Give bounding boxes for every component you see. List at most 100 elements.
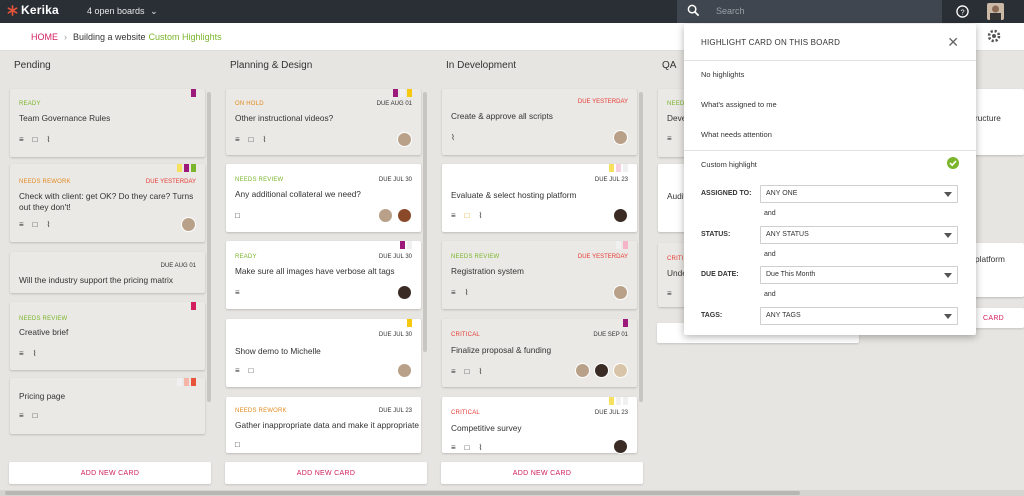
avatar[interactable] — [181, 217, 196, 232]
horizontal-scrollbar[interactable] — [0, 490, 1024, 496]
search-input[interactable]: Search — [716, 6, 745, 16]
assigned-to-select[interactable]: ANY ONE — [760, 185, 958, 203]
card[interactable]: NEEDS REVIEW Creative brief ≡ ⌇ — [10, 302, 205, 370]
breadcrumb-board[interactable]: Building a website — [73, 32, 146, 42]
card[interactable]: READY DUE JUL 30 Make sure all images ha… — [226, 241, 421, 309]
card[interactable]: READY Team Governance Rules ≡ □ ⌇ — [10, 89, 205, 157]
card[interactable]: Pricing page ≡ □ — [10, 378, 205, 434]
close-icon[interactable]: ✕ — [947, 34, 959, 51]
avatar[interactable] — [613, 439, 628, 454]
column-title: In Development — [446, 60, 517, 71]
card[interactable]: NEEDS REWORK DUE YESTERDAY Check with cl… — [10, 164, 205, 242]
status-value: ANY STATUS — [766, 231, 809, 238]
avatar[interactable] — [397, 208, 412, 223]
status-badge: NEEDS REWORK — [235, 408, 287, 414]
comment-icon: □ — [464, 211, 470, 220]
avatar[interactable] — [613, 130, 628, 145]
scrollbar[interactable] — [207, 92, 211, 402]
comment-icon: □ — [32, 220, 38, 229]
card[interactable]: NEEDS REVIEW DUE YESTERDAY Registration … — [442, 241, 637, 309]
card[interactable]: ON HOLD DUE AUG 01 Other instructional v… — [226, 89, 421, 155]
option-assigned-to-me[interactable]: What's assigned to me — [701, 100, 777, 109]
breadcrumb-highlight[interactable]: Custom Highlights — [149, 32, 222, 42]
chevron-right-icon: › — [64, 32, 67, 42]
tags-select[interactable]: ANY TAGS — [760, 307, 958, 325]
status-badge: NEEDS REVIEW — [235, 177, 284, 183]
comment-icon: □ — [248, 135, 254, 144]
top-bar: Kerika 4 open boards ⌄ Search ? — [0, 0, 1024, 23]
card[interactable]: NEEDS REVIEW DUE JUL 30 Any additional c… — [226, 164, 421, 232]
comment-icon: □ — [235, 211, 240, 220]
due-date-select[interactable]: Due This Month — [760, 266, 958, 284]
card[interactable]: DUE JUL 23 Evaluate & select hosting pla… — [442, 164, 637, 232]
avatar[interactable] — [397, 132, 412, 147]
breadcrumb-home[interactable]: HOME — [31, 32, 58, 42]
scrollbar[interactable] — [639, 92, 643, 402]
description-icon: ≡ — [667, 289, 672, 298]
add-new-card-button[interactable]: ADD NEW CARD — [9, 462, 211, 484]
svg-text:?: ? — [960, 7, 964, 16]
comment-icon: □ — [32, 135, 38, 144]
app-name: Kerika — [21, 3, 59, 17]
card[interactable]: CRITICAL DUE SEP 01 Finalize proposal & … — [442, 319, 637, 387]
avatar[interactable] — [378, 208, 393, 223]
user-avatar[interactable] — [987, 3, 1004, 20]
scrollbar-thumb[interactable] — [5, 491, 800, 495]
status-badge: CRITICAL — [451, 410, 480, 416]
due-date: DUE JUL 30 — [378, 177, 412, 183]
open-boards-dropdown[interactable]: 4 open boards ⌄ — [87, 6, 158, 17]
help-icon[interactable]: ? — [956, 5, 969, 18]
avatar[interactable] — [613, 363, 628, 378]
card-title: Registration system — [451, 266, 524, 276]
card-title: Pricing page — [19, 391, 66, 401]
description-icon: ≡ — [235, 135, 240, 144]
description-icon: ≡ — [19, 411, 24, 420]
card[interactable]: DUE AUG 01 Will the industry support the… — [10, 252, 205, 293]
card-title: Gather inappropriate data and make it ap… — [235, 420, 420, 430]
card-title: Competitive survey — [451, 423, 522, 433]
assigned-to-label: ASSIGNED TO: — [701, 190, 752, 197]
search-bar[interactable]: Search — [677, 0, 942, 23]
option-needs-attention[interactable]: What needs attention — [701, 130, 772, 139]
panel-title: HIGHLIGHT CARD ON THIS BOARD — [701, 38, 841, 47]
status-badge: READY — [235, 254, 257, 260]
comment-icon: □ — [235, 440, 240, 449]
scrollbar[interactable] — [423, 92, 427, 352]
avatar[interactable] — [613, 208, 628, 223]
tags-label: TAGS: — [701, 312, 723, 319]
card[interactable]: DUE JUL 30 Show demo to Michelle ≡ □ — [226, 319, 421, 387]
add-new-card-button[interactable]: ADD NEW CARD — [225, 462, 427, 484]
card-title: Creative brief — [19, 327, 69, 337]
avatar[interactable] — [613, 285, 628, 300]
add-new-card-button[interactable]: ADD NEW CARD — [441, 462, 643, 484]
card-title: Create & approve all scripts — [451, 111, 553, 121]
due-date: DUE AUG 01 — [160, 263, 196, 269]
card[interactable]: DUE YESTERDAY Create & approve all scrip… — [442, 89, 637, 155]
card-title: platform — [975, 254, 1005, 264]
status-badge: CRITICAL — [451, 332, 480, 338]
option-custom-highlight[interactable]: Custom highlight — [701, 160, 757, 169]
status-select[interactable]: ANY STATUS — [760, 226, 958, 244]
avatar[interactable] — [575, 363, 590, 378]
kerika-logo[interactable]: Kerika — [7, 3, 59, 17]
column-title: Planning & Design — [230, 60, 313, 71]
comment-icon: □ — [32, 411, 38, 420]
avatar[interactable] — [397, 363, 412, 378]
card-title: Evaluate & select hosting platform — [451, 190, 577, 200]
card[interactable]: NEEDS REWORK DUE JUL 23 Gather inappropr… — [226, 397, 421, 453]
avatar[interactable] — [594, 363, 609, 378]
card-title: Finalize proposal & funding — [451, 345, 552, 355]
dropdown-icon — [944, 273, 952, 278]
due-date-label: DUE DATE: — [701, 271, 739, 278]
status-badge: NEEDS REVIEW — [19, 316, 68, 322]
avatar[interactable] — [397, 285, 412, 300]
open-boards-label: 4 open boards — [87, 6, 145, 16]
gear-icon[interactable] — [986, 28, 1002, 44]
due-date: DUE JUL 23 — [594, 410, 628, 416]
attachment-icon: ⌇ — [478, 367, 483, 376]
card[interactable]: CRITICAL DUE JUL 23 Competitive survey ≡… — [442, 397, 637, 454]
attachment-icon: ⌇ — [262, 135, 267, 144]
option-no-highlights[interactable]: No highlights — [701, 70, 744, 79]
search-icon — [687, 4, 700, 17]
due-date: DUE AUG 01 — [376, 101, 412, 107]
